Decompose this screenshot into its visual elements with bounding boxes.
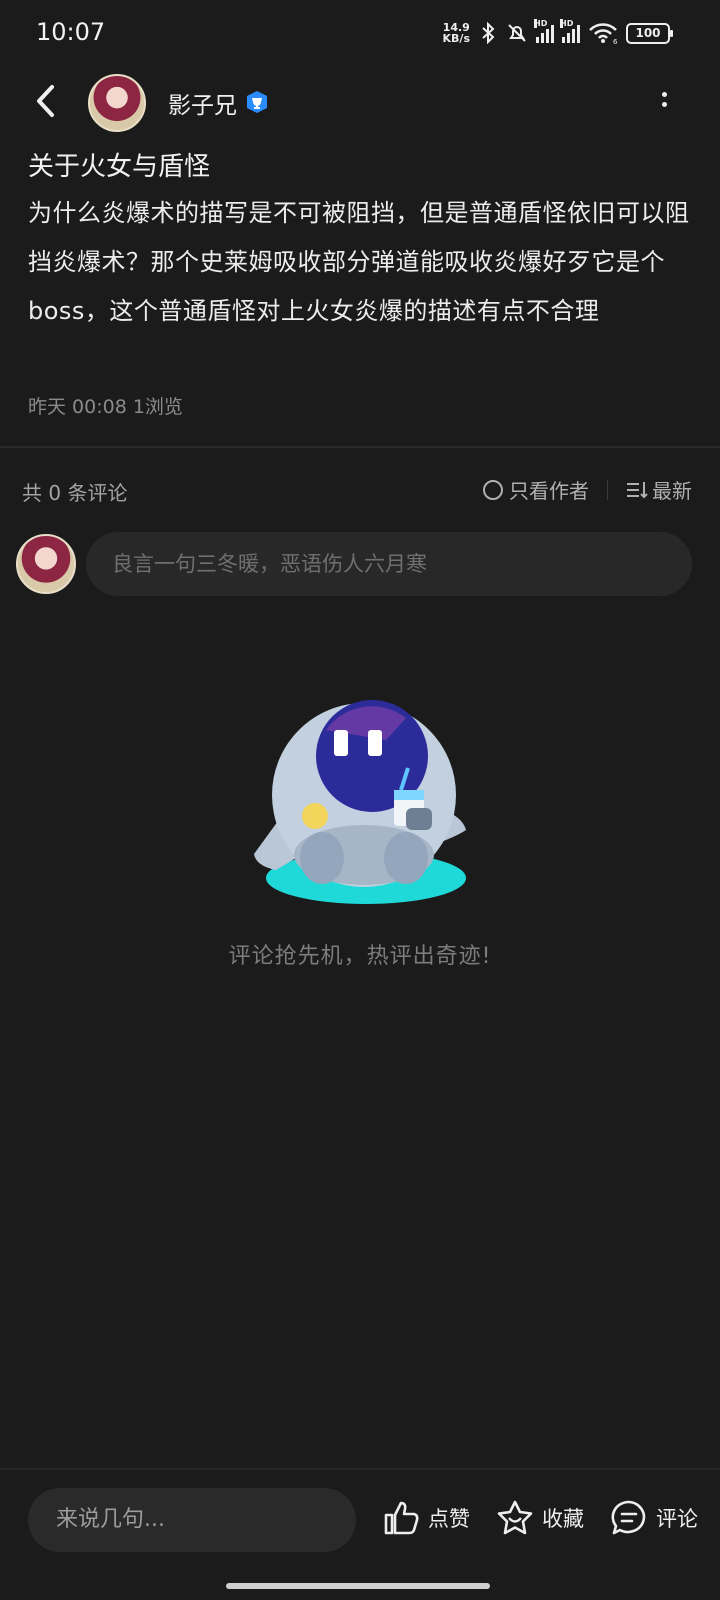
- thumbs-up-icon: [384, 1501, 419, 1535]
- status-icons: 14.9 KB/s HD HD 6 100: [442, 19, 673, 46]
- signal-2-icon: HD: [560, 19, 580, 43]
- comment-count: 共 0 条评论: [22, 481, 128, 505]
- back-icon[interactable]: [34, 84, 58, 118]
- svg-text:6: 6: [613, 38, 618, 44]
- wifi-icon: 6: [589, 23, 618, 44]
- section-divider: [0, 446, 720, 448]
- home-indicator[interactable]: [226, 1583, 490, 1589]
- post-meta: 昨天 00:08 1浏览: [28, 396, 183, 418]
- signal-1-icon: HD: [534, 19, 554, 43]
- author-name[interactable]: 影子兄: [168, 86, 237, 120]
- sort-icon[interactable]: [626, 480, 648, 500]
- like-label: 点赞: [428, 1507, 470, 1531]
- net-speed: 14.9 KB/s: [442, 21, 470, 45]
- my-avatar: [16, 534, 76, 594]
- comment-label: 评论: [656, 1507, 698, 1531]
- comment-filter: 只看作者 最新: [483, 475, 692, 504]
- empty-mascot-illustration: [254, 700, 466, 904]
- comment-button[interactable]: 评论: [610, 1499, 698, 1537]
- author-only-radio-icon[interactable]: [483, 479, 503, 500]
- battery-icon: 100: [626, 22, 673, 44]
- comment-bubble-icon: [611, 1500, 646, 1535]
- like-button[interactable]: 点赞: [382, 1499, 470, 1537]
- favorite-button[interactable]: 收藏: [496, 1499, 584, 1537]
- post-title: 关于火女与盾怪: [28, 152, 211, 182]
- star-icon: [497, 1500, 533, 1535]
- favorite-label: 收藏: [542, 1507, 584, 1531]
- post-body: 为什么炎爆术的描写是不可被阻挡，但是普通盾怪依旧可以阻挡炎爆术？那个史莱姆吸收部…: [28, 199, 690, 325]
- sort-newest[interactable]: 最新: [652, 475, 692, 504]
- bottom-comment-input[interactable]: 来说几句...: [28, 1488, 356, 1552]
- bottom-divider: [0, 1468, 720, 1470]
- more-vertical-icon[interactable]: [660, 92, 668, 107]
- author-only-toggle[interactable]: 只看作者: [509, 475, 589, 504]
- author-avatar[interactable]: [88, 74, 146, 132]
- comment-input[interactable]: 良言一句三冬暖，恶语伤人六月寒: [86, 532, 692, 596]
- empty-state-text: 评论抢先机，热评出奇迹!: [228, 944, 492, 969]
- bluetooth-icon: [482, 22, 495, 44]
- mute-bell-icon: [508, 24, 526, 42]
- verified-badge-icon: [247, 91, 267, 113]
- status-time: 10:07: [36, 18, 106, 46]
